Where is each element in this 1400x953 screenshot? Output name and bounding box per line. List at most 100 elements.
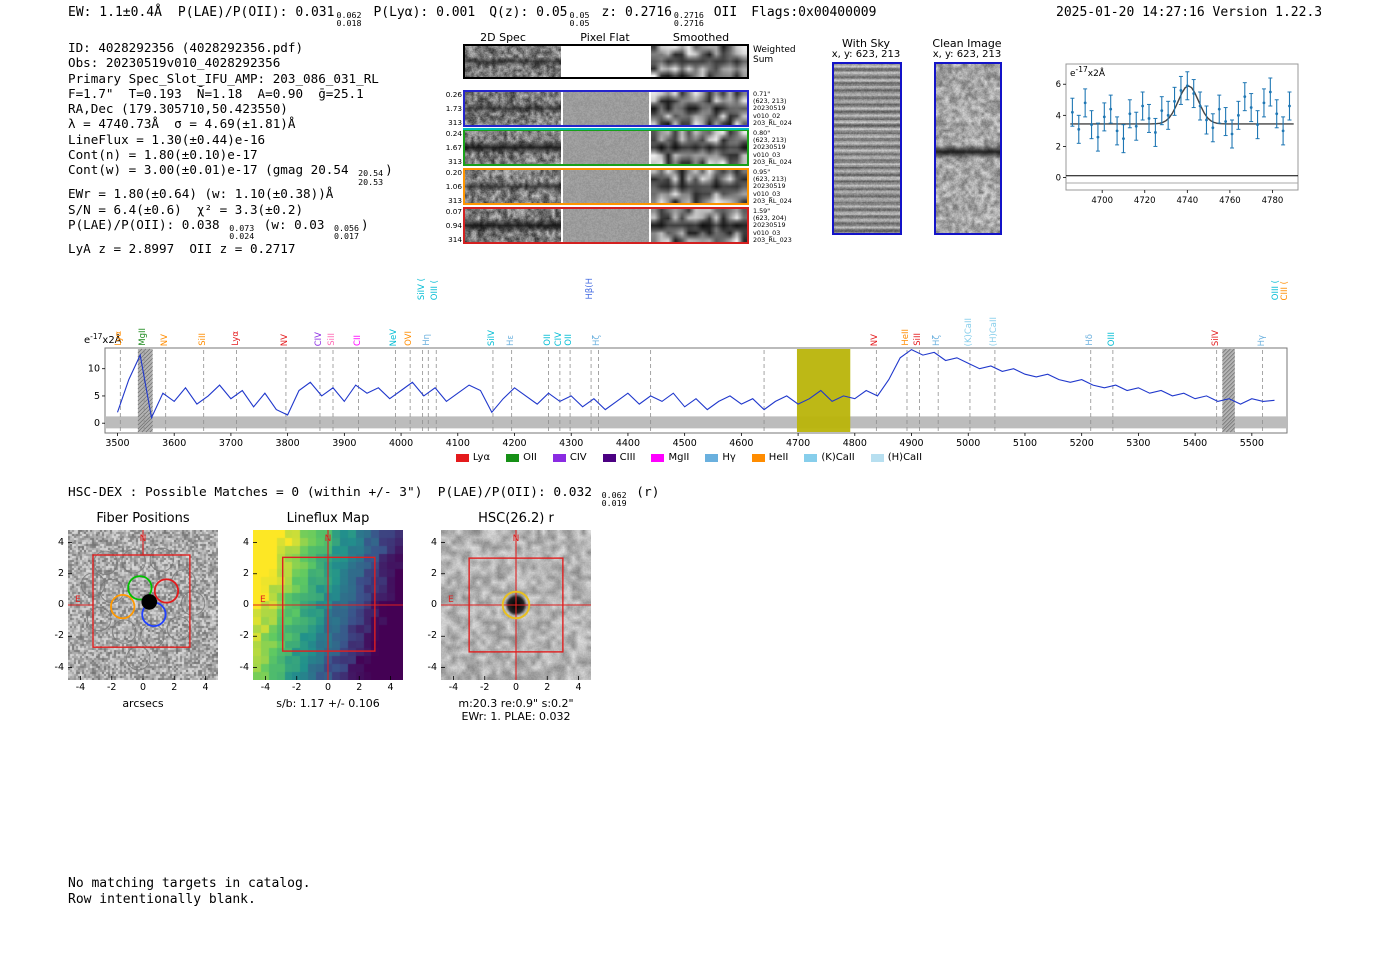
footer-line: No matching targets in catalog. — [68, 876, 311, 891]
data-point — [1192, 92, 1196, 95]
stacked-uncertainty: 0.05 0.05 — [569, 10, 590, 29]
spec2d-noise-canvas — [465, 168, 561, 205]
spec2d-cell — [465, 168, 561, 205]
emission-line-label: CIII ( — [1279, 280, 1290, 300]
data-point — [1237, 113, 1240, 117]
spec2d-cell — [465, 129, 561, 166]
stacked-uncertainty: 0.056 0.017 — [334, 222, 360, 242]
data-point — [1077, 127, 1081, 131]
data-point — [1288, 104, 1291, 108]
x-tick-label: 4400 — [616, 438, 640, 449]
legend-color-box — [552, 453, 566, 462]
with-sky-coords: x, y: 623, 213 — [831, 49, 901, 60]
annotation-line: Weighted — [753, 45, 796, 55]
data-point — [1109, 107, 1113, 111]
pixel-flat-noise-canvas — [563, 168, 649, 205]
legend-item: CIII — [602, 452, 635, 463]
cutout-row: 0.26 1.73 313 0.71" (623, 213) 20230519 v010_0… — [443, 90, 843, 127]
stacked-uncertainty: 0.062 0.019 — [601, 490, 627, 509]
y-tick-label: 5 — [94, 391, 100, 402]
header-timestamp-version: 2025-01-20 14:27:16 Version 1.22.3 — [1056, 5, 1323, 20]
legend-item: CIV — [552, 452, 587, 463]
pixel-flat-cell — [563, 90, 649, 127]
legend-color-box — [804, 453, 818, 462]
x-tick-label: 3600 — [162, 438, 186, 449]
emission-line-label: NV — [279, 333, 290, 346]
info-line: ID: 4028292356 (4028292356.pdf) — [68, 40, 304, 55]
legend-label: Lyα — [472, 452, 491, 463]
spec2d-noise-canvas — [465, 90, 561, 127]
emission-line-label: SiII — [913, 333, 924, 346]
emission-line-label: (H)CaII — [988, 316, 999, 346]
y-tick-label: 4 — [1056, 111, 1061, 121]
emission-line-label: Hβ(H — [585, 278, 596, 300]
selected-fiber-circle — [153, 578, 180, 604]
full-spectrum-chart-svg: 3500 3600 3700 3800 3900 4000 4100 4200 4300 4400… — [88, 347, 1288, 449]
with-sky-image — [832, 62, 902, 235]
data-point — [1179, 89, 1183, 92]
hsc-dex-match-line: HSC-DEX : Possible Matches = 0 (within +… — [68, 485, 660, 509]
emission-line-label: Hδ — [1084, 334, 1095, 346]
panel-y-tick-label: 4 — [430, 536, 437, 548]
emission-line-label: Hη — [422, 334, 433, 346]
fiber-circle — [171, 569, 196, 594]
info-line: LineFlux = 1.30(±0.44)e-16 — [68, 131, 266, 147]
fiber-circle — [140, 624, 165, 649]
scale-value: 1.73 — [445, 104, 462, 113]
x-tick-label: 3900 — [332, 438, 356, 449]
legend-color-box — [751, 453, 765, 462]
spec2d-cell — [465, 90, 561, 127]
x-tick-label: 4720 — [1134, 196, 1156, 206]
smoothed-cell — [651, 207, 747, 244]
annotation-line: 203_RL_024 — [753, 157, 792, 166]
cutout-row-scale-labels: 0.20 1.06 313 — [443, 168, 462, 205]
annotation-line: 203_RL_024 — [753, 118, 792, 127]
data-point — [1070, 110, 1074, 114]
clean-image — [934, 62, 1002, 235]
cutout-row-scale-labels: 0.24 1.67 313 — [443, 129, 462, 166]
fiber-positions-title: Fiber Positions — [96, 511, 190, 526]
fiber-circle — [87, 606, 112, 632]
emission-line-marker-layer: Lyα MgII NV SiII Lyα NV CIV SiII CII NeV OVI Hη SiIV… — [78, 250, 1300, 346]
scale-value: 0.20 — [445, 168, 462, 177]
cutout-row-annotation: 0.80" (623, 213) 20230519 v010_03 203_RL_024 — [753, 129, 823, 166]
panel-y-tick-label: 4 — [57, 536, 64, 548]
legend-color-box — [651, 453, 665, 462]
info-line: P(LAE)/P(OII): 0.038 0.073 0.024 (w: 0.03… — [68, 216, 369, 242]
column-header-pixel-flat: Pixel Flat — [580, 31, 630, 44]
emission-line-label: SiIV ( — [416, 277, 427, 300]
emission-line-label: OVI — [404, 331, 415, 346]
emission-line-label: OII — [564, 334, 575, 346]
compass-north-label: N — [325, 534, 332, 544]
panel-x-tick-label: 2 — [356, 682, 363, 693]
legend-item: Lyα — [455, 452, 491, 463]
emission-line-label: (K)CaII — [963, 317, 974, 346]
data-point — [1166, 113, 1170, 117]
legend-color-box — [602, 453, 616, 462]
legend-color-box — [506, 453, 520, 462]
scale-value: 313 — [448, 118, 462, 127]
stacked-uncertainty: 0.2716 0.2716 — [673, 10, 704, 29]
scale-value: 313 — [448, 157, 462, 166]
data-point — [1147, 117, 1151, 120]
data-point — [1205, 118, 1208, 122]
x-tick-label: 4760 — [1219, 196, 1241, 206]
scale-value: 314 — [448, 235, 462, 244]
emission-line-label: OIII — [1106, 331, 1117, 346]
x-tick-label: 5200 — [1070, 438, 1094, 449]
x-tick-label: 4000 — [389, 438, 413, 449]
y-tick-label: 6 — [1056, 80, 1061, 90]
x-tick-label: 4900 — [899, 438, 923, 449]
legend-label: Hγ — [722, 452, 736, 463]
panel-x-tick-label: -4 — [260, 682, 271, 693]
emission-line-label: Hζ — [932, 334, 943, 346]
x-tick-label: 5300 — [1126, 438, 1150, 449]
data-point — [1128, 112, 1132, 116]
cutout-row: Weighted Sum — [443, 44, 843, 79]
data-point — [1122, 137, 1125, 141]
panel-y-tick-label: -4 — [54, 661, 64, 673]
panel-y-tick-label: -2 — [239, 630, 249, 642]
panel-x-tick-label: 4 — [575, 682, 582, 693]
smoothed-cell — [651, 129, 747, 166]
hsc-image-panel: NE — [441, 530, 591, 680]
